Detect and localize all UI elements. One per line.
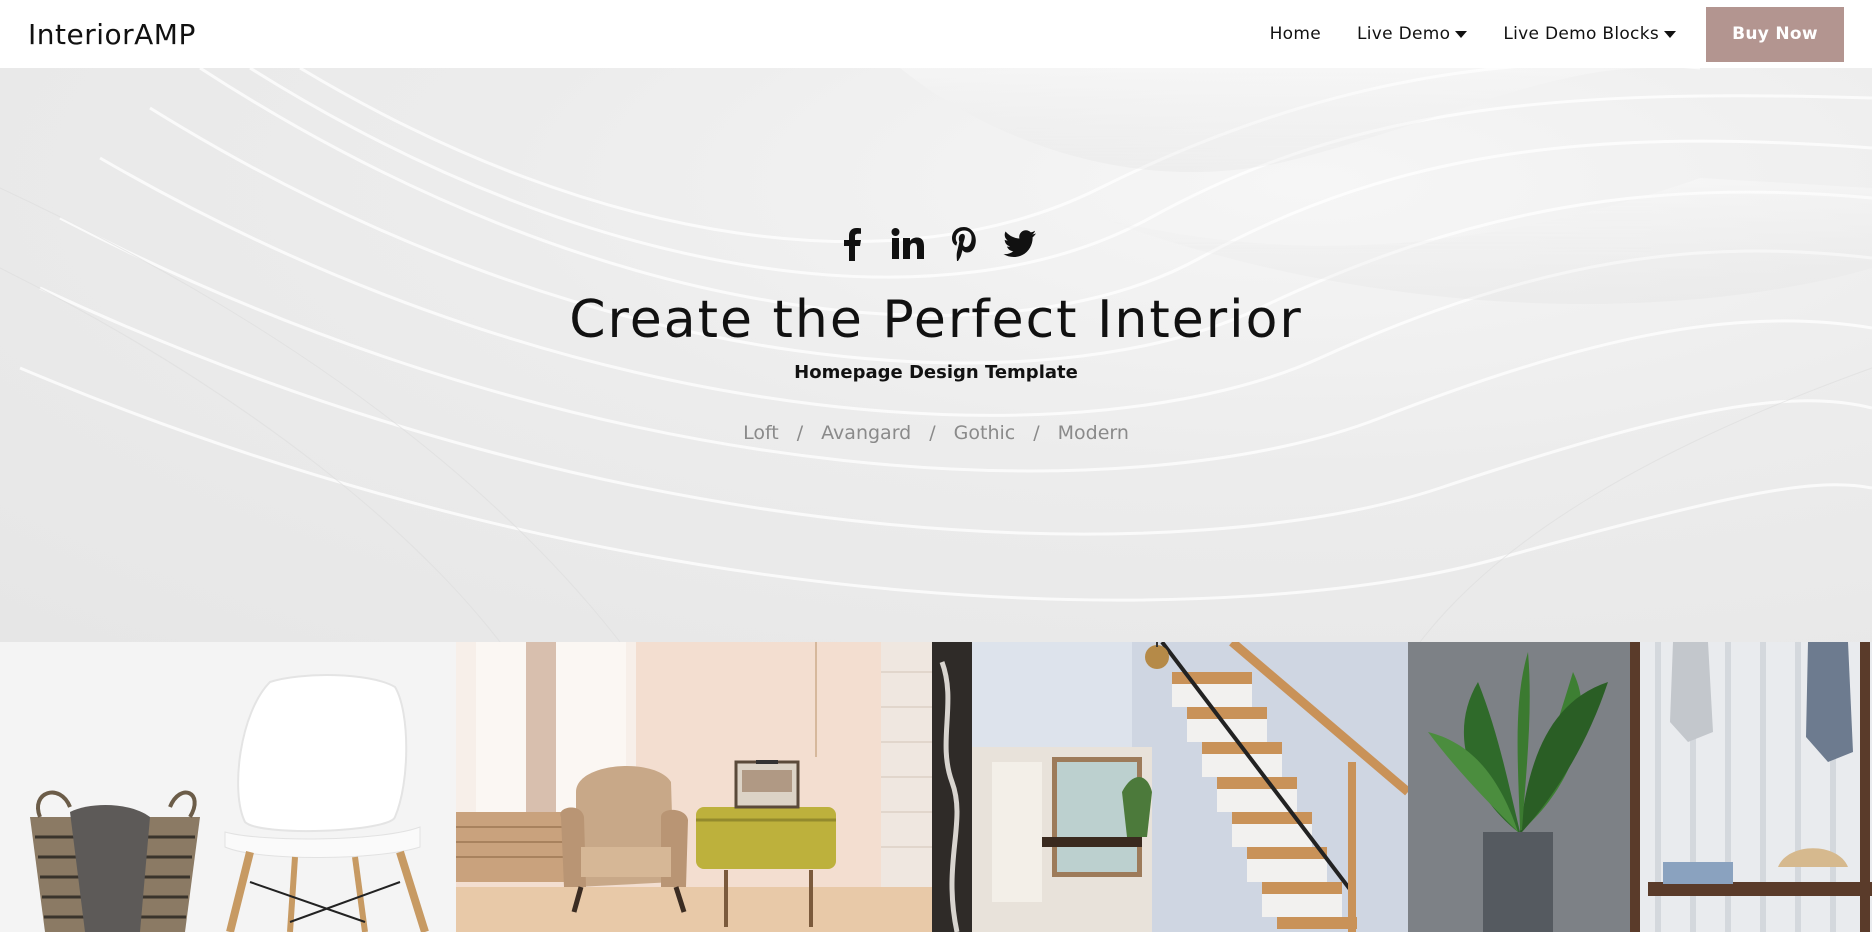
nav-home[interactable]: Home <box>1270 24 1321 44</box>
nav-live-demo-label: Live Demo <box>1357 24 1451 44</box>
social-links <box>0 226 1872 262</box>
caret-down-icon <box>1664 30 1676 38</box>
gallery-tile-plant[interactable] <box>1408 642 1872 932</box>
nav-links: Home Live Demo Live Demo Blocks Buy Now <box>1270 0 1844 68</box>
facebook-icon[interactable] <box>834 226 870 262</box>
brand-logo[interactable]: InteriorAMP <box>28 18 196 51</box>
nav-live-demo-blocks-label: Live Demo Blocks <box>1503 24 1659 44</box>
caret-down-icon <box>1455 30 1468 38</box>
style-link-gothic[interactable]: Gothic <box>954 422 1016 444</box>
hero-section: Create the Perfect Interior Homepage Des… <box>0 68 1872 642</box>
hero-background-waves <box>0 68 1872 642</box>
gallery-tile-staircase[interactable] <box>932 642 1408 932</box>
top-navbar: InteriorAMP Home Live Demo Live Demo Blo… <box>0 0 1872 68</box>
plant-and-bench-photo <box>1408 642 1872 932</box>
linkedin-icon[interactable] <box>890 226 926 262</box>
chair-with-basket-photo <box>0 642 456 932</box>
nav-home-label: Home <box>1269 24 1321 44</box>
armchair-with-suitcase-photo <box>456 642 932 932</box>
gallery-tile-armchair[interactable] <box>456 642 932 932</box>
style-link-loft[interactable]: Loft <box>743 422 779 444</box>
style-links: Loft / Avangard / Gothic / Modern <box>0 422 1872 444</box>
style-separator: / <box>1033 422 1040 444</box>
wooden-staircase-photo <box>932 642 1408 932</box>
photo-gallery <box>0 642 1872 932</box>
hero-title: Create the Perfect Interior <box>569 290 1303 350</box>
nav-live-demo-blocks[interactable]: Live Demo Blocks <box>1503 24 1676 44</box>
buy-now-button[interactable]: Buy Now <box>1706 6 1844 62</box>
hero-subtitle: Homepage Design Template <box>794 362 1078 383</box>
twitter-icon[interactable] <box>1002 226 1038 262</box>
style-link-modern[interactable]: Modern <box>1058 422 1129 444</box>
pinterest-icon[interactable] <box>946 226 982 262</box>
style-link-avangard[interactable]: Avangard <box>821 422 911 444</box>
style-separator: / <box>929 422 936 444</box>
gallery-tile-chair[interactable] <box>0 642 456 932</box>
style-separator: / <box>796 422 804 444</box>
nav-live-demo[interactable]: Live Demo <box>1357 24 1468 44</box>
